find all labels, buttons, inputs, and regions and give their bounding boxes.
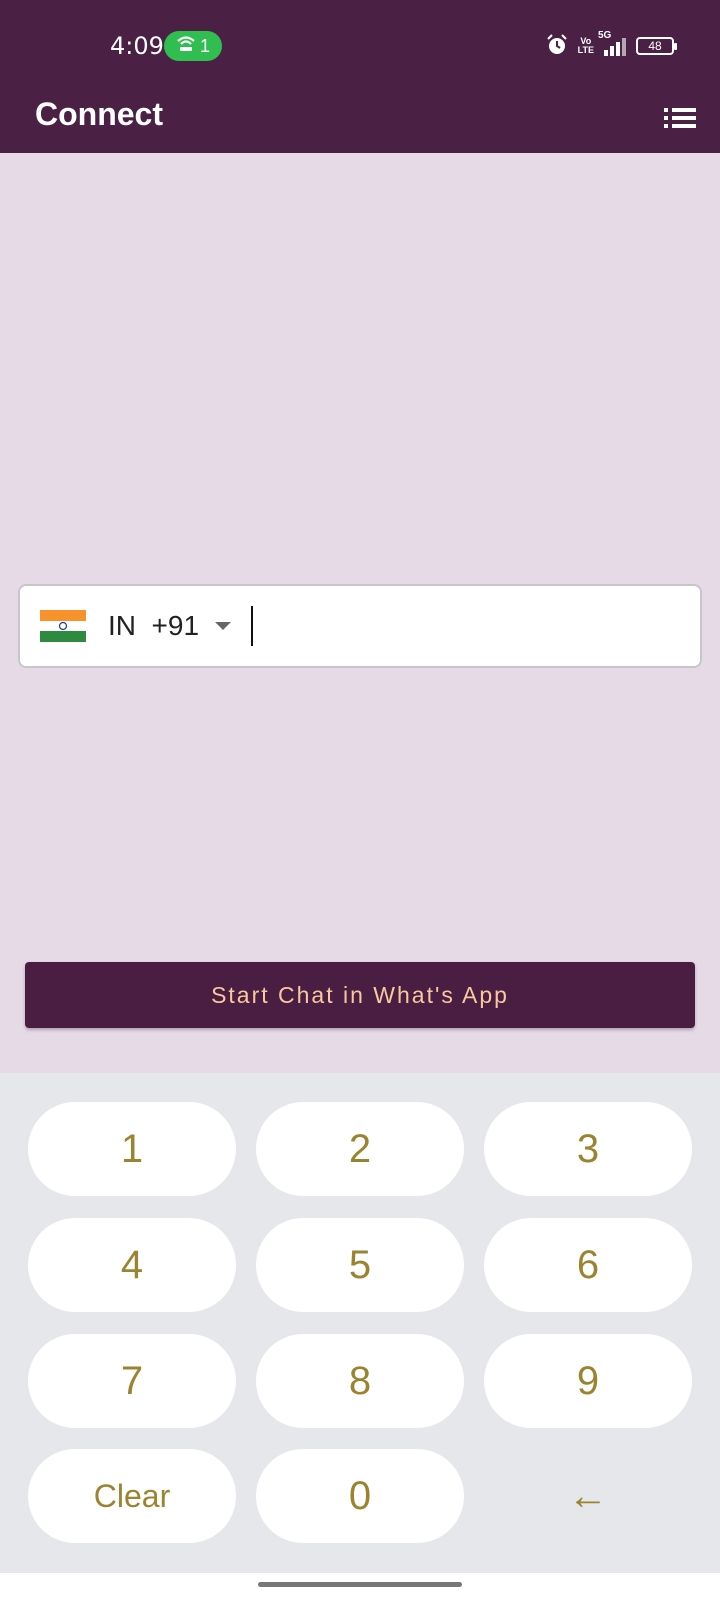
key-label: 1 — [120, 1126, 144, 1171]
status-bar: 4:09 1 Vo LTE 5G 48 — [0, 0, 720, 90]
status-icons: Vo LTE 5G 48 — [546, 30, 677, 59]
key-6[interactable]: 6 — [484, 1218, 692, 1312]
key-label: 6 — [576, 1242, 600, 1287]
volte-label: Vo LTE — [577, 36, 594, 55]
phone-number-field[interactable]: IN +91 — [18, 584, 702, 668]
list-menu-button[interactable] — [660, 100, 700, 140]
list-menu-icon — [664, 107, 696, 134]
backspace-arrow-icon: ← — [568, 1473, 608, 1518]
start-chat-label: Start Chat in What's App — [211, 981, 509, 1008]
key-5[interactable]: 5 — [256, 1218, 464, 1312]
hotspot-pill: 1 — [164, 31, 222, 61]
backspace-button[interactable]: ← — [484, 1449, 692, 1543]
key-9[interactable]: 9 — [484, 1334, 692, 1428]
battery-level: 48 — [648, 39, 662, 53]
start-chat-button[interactable]: Start Chat in What's App — [25, 962, 695, 1028]
main-content: IN +91 Start Chat in What's App — [0, 153, 720, 1073]
key-1[interactable]: 1 — [28, 1102, 236, 1196]
key-3[interactable]: 3 — [484, 1102, 692, 1196]
country-code-label[interactable]: IN +91 — [108, 610, 199, 642]
key-8[interactable]: 8 — [256, 1334, 464, 1428]
key-label: 2 — [348, 1126, 372, 1171]
network-type: 5G — [598, 30, 612, 41]
volte-icon: Vo LTE — [578, 37, 594, 55]
key-label: 7 — [120, 1358, 144, 1403]
key-label: 8 — [348, 1358, 372, 1403]
key-label: 3 — [576, 1126, 600, 1171]
key-label: 9 — [576, 1358, 600, 1403]
numeric-keypad: 1 2 3 4 5 6 7 8 9 Clear 0 ← — [0, 1073, 720, 1573]
alarm-icon — [546, 33, 568, 59]
app-bar: Connect — [0, 90, 720, 153]
key-0[interactable]: 0 — [256, 1449, 464, 1543]
key-label: 4 — [120, 1242, 144, 1287]
key-label: 5 — [348, 1242, 372, 1287]
hotspot-count: 1 — [199, 35, 210, 56]
status-time: 4:09 — [110, 32, 164, 60]
key-label: Clear — [93, 1477, 171, 1514]
gesture-navigation-bar[interactable] — [258, 1582, 462, 1587]
hotspot-icon — [176, 35, 196, 58]
key-7[interactable]: 7 — [28, 1334, 236, 1428]
key-2[interactable]: 2 — [256, 1102, 464, 1196]
app-title: Connect — [35, 96, 163, 132]
phone-number-input[interactable] — [251, 606, 700, 646]
battery-icon: 48 — [636, 37, 677, 55]
signal-icon: 5G — [598, 30, 626, 56]
key-label: 0 — [348, 1473, 372, 1518]
country-dropdown-icon[interactable] — [215, 622, 232, 630]
india-flag-icon[interactable] — [40, 610, 86, 643]
clear-button[interactable]: Clear — [28, 1449, 236, 1543]
key-4[interactable]: 4 — [28, 1218, 236, 1312]
